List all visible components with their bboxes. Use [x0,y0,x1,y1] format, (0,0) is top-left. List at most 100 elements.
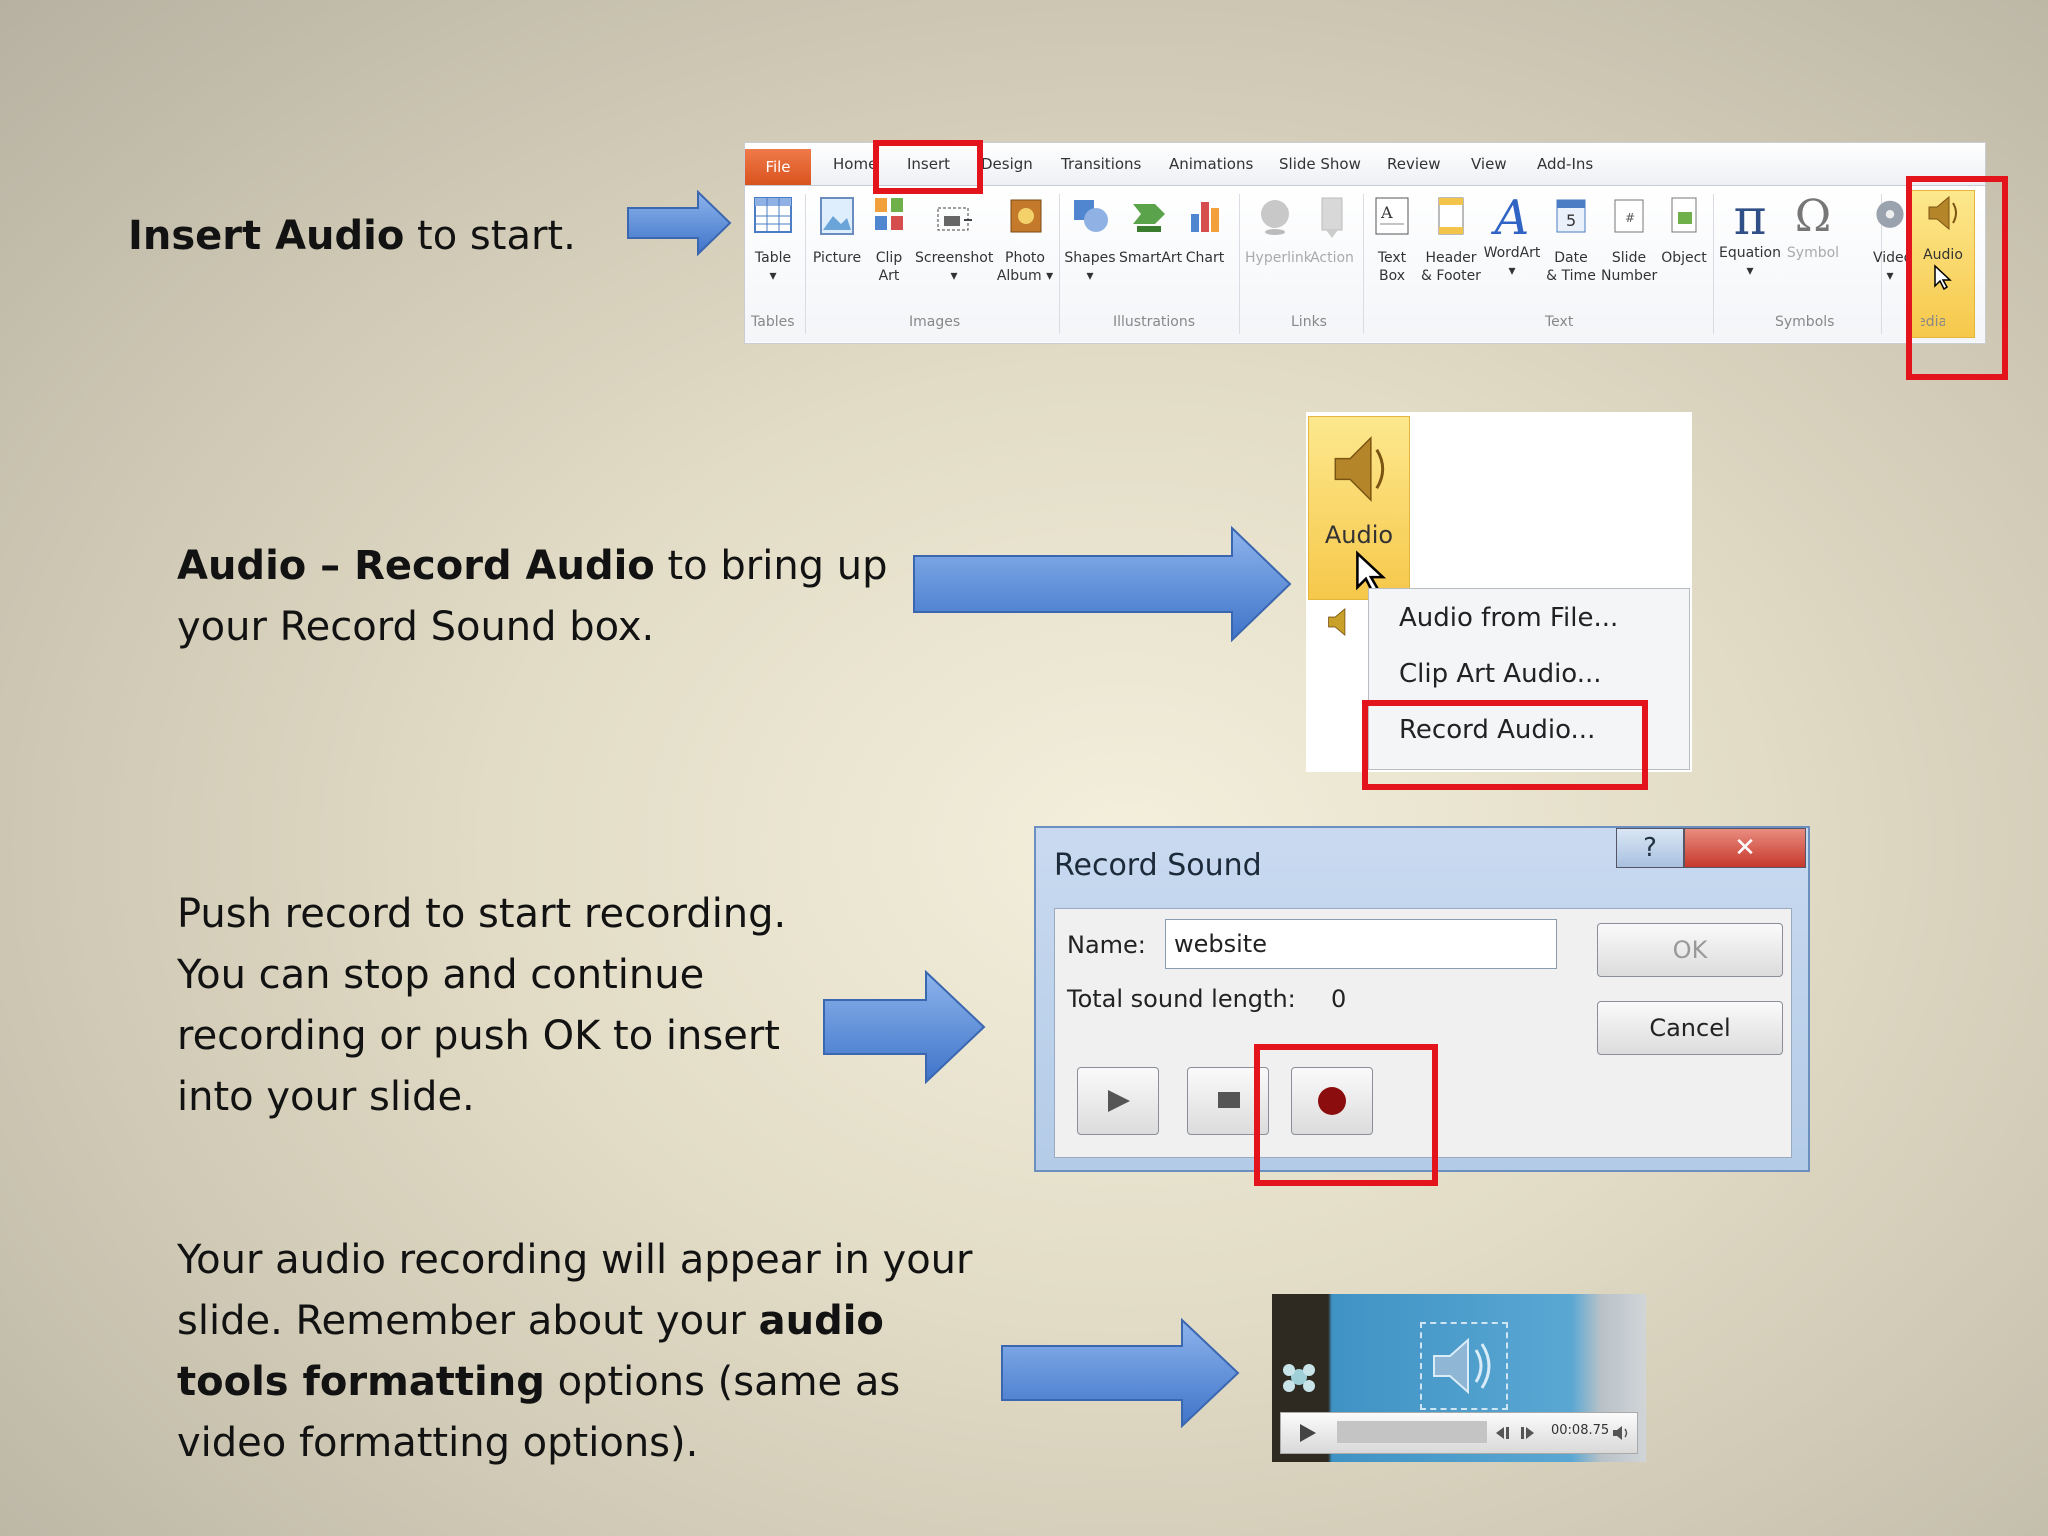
symbol-label: Symbol [1786,245,1840,261]
step-2-text: Audio – Record Audio to bring up your Re… [177,536,917,658]
forward-icon[interactable] [1517,1425,1535,1441]
shapes-label: Shapes [1064,250,1116,266]
tab-home[interactable]: Home [833,155,877,173]
wordart-sub: ▾ [1508,263,1516,279]
speaker-small-icon [1328,608,1346,636]
play-icon[interactable] [1295,1421,1319,1445]
tab-add-ins[interactable]: Add-Ins [1537,155,1593,173]
video-sub: ▾ [1886,268,1894,284]
photo-album-button[interactable]: Photo Album ▾ [995,194,1055,285]
audio-control-bar: 00:08.75 [1280,1412,1638,1454]
tab-slide-show[interactable]: Slide Show [1279,155,1361,173]
group-separator [1059,194,1060,334]
date-time-icon: 5 [1556,199,1586,233]
date-time-button[interactable]: 5 Date & Time [1545,194,1597,285]
smartart-icon [1133,204,1165,232]
equation-button[interactable]: π Equation ▾ [1717,188,1783,280]
hyperlink-button[interactable]: Hyperlink [1245,194,1312,267]
header-footer-icon [1438,197,1464,235]
screenshot-sub: ▾ [950,268,958,284]
text-box-label: Text [1377,250,1407,266]
cancel-button[interactable]: Cancel [1597,1001,1783,1055]
arrow-right-icon [1001,1318,1240,1428]
screenshot-button[interactable]: Screenshot ▾ [915,194,993,285]
volume-icon[interactable] [1611,1423,1631,1443]
tab-view[interactable]: View [1471,155,1507,173]
shapes-button[interactable]: Shapes ▾ [1063,194,1117,285]
tab-transitions[interactable]: Transitions [1061,155,1141,173]
smartart-button[interactable]: SmartArt [1119,194,1183,267]
group-separator [1239,194,1240,334]
play-button[interactable] [1077,1067,1159,1135]
audio-icon-selection[interactable] [1420,1322,1508,1410]
photo-album-sub: Album ▾ [996,268,1054,284]
header-footer-button[interactable]: Header & Footer [1421,194,1481,285]
table-button[interactable]: Table ▾ [751,194,795,285]
wordart-icon: A [1494,190,1530,246]
object-label: Object [1661,250,1707,266]
close-button[interactable]: ✕ [1684,828,1806,868]
group-label-links: Links [1291,314,1327,330]
step-3-body: Push record to start recording. You can … [177,891,787,1120]
audio-button-highlight [1906,176,2008,380]
tab-file[interactable]: File [745,149,811,185]
svg-text:#: # [1625,211,1635,225]
symbol-button[interactable]: Ω Symbol [1785,194,1841,262]
omega-icon: Ω [1794,191,1832,242]
header-footer-sub: & Footer [1421,268,1481,284]
ok-button[interactable]: OK [1597,923,1783,977]
step-3-text: Push record to start recording. You can … [177,884,807,1128]
photo-album-label: Photo [1005,250,1045,266]
speaker-icon [1433,1337,1491,1395]
speaker-icon [1334,436,1385,502]
tab-animations[interactable]: Animations [1169,155,1253,173]
total-length-label: Total sound length: [1067,985,1296,1013]
audio-progress-track[interactable] [1337,1421,1487,1443]
slide-number-button[interactable]: # Slide Number [1601,194,1657,285]
object-icon [1671,197,1697,233]
group-label-illustrations: Illustrations [1113,314,1196,330]
clip-art-label: Clip [875,250,903,266]
video-button[interactable]: Video ▾ [1873,194,1907,285]
picture-label: Picture [812,250,862,266]
clip-art-icon [875,198,903,230]
object-button[interactable]: Object [1659,194,1709,267]
picture-icon [820,197,854,235]
pi-icon: π [1733,188,1767,246]
help-button[interactable]: ? [1616,828,1684,868]
rewind-icon[interactable] [1495,1425,1513,1441]
flower-decoration-icon [1283,1364,1315,1392]
record-button-highlight [1254,1044,1438,1186]
menu-item-audio-from-file[interactable]: Audio from File... [1399,603,1618,633]
group-separator [1363,194,1364,334]
equation-sub: ▾ [1746,263,1754,279]
arrow-right-icon [627,190,732,256]
arrow-right-icon [823,970,986,1084]
audio-time: 00:08.75 [1551,1423,1610,1438]
menu-item-clip-art-audio[interactable]: Clip Art Audio... [1399,659,1602,689]
picture-button[interactable]: Picture [811,194,863,267]
film-reel-icon [1876,200,1904,228]
text-box-button[interactable]: A Text Box [1369,194,1415,285]
hyperlink-label: Hyperlink [1245,250,1312,266]
screenshot-label: Screenshot [915,250,994,266]
name-field[interactable]: website [1165,919,1557,969]
chart-button[interactable]: Chart [1181,194,1229,267]
clip-art-button[interactable]: Clip Art [869,194,909,285]
wordart-button[interactable]: A WordArt ▾ [1483,194,1541,280]
tab-review[interactable]: Review [1387,155,1441,173]
slide-number-sub: Number [1601,268,1658,284]
svg-text:5: 5 [1566,211,1576,230]
equation-label: Equation [1718,245,1781,261]
arrow-right-icon [913,526,1292,642]
svg-text:A: A [1380,203,1393,222]
tab-design[interactable]: Design [981,155,1033,173]
action-button[interactable]: Action [1307,194,1357,267]
date-time-label: Date [1554,250,1588,266]
screenshot-icon [937,207,972,231]
action-label: Action [1310,250,1354,266]
table-icon [754,197,792,233]
header-footer-label: Header [1425,250,1477,266]
smartart-label: SmartArt [1119,250,1183,266]
text-box-icon: A [1375,197,1409,235]
